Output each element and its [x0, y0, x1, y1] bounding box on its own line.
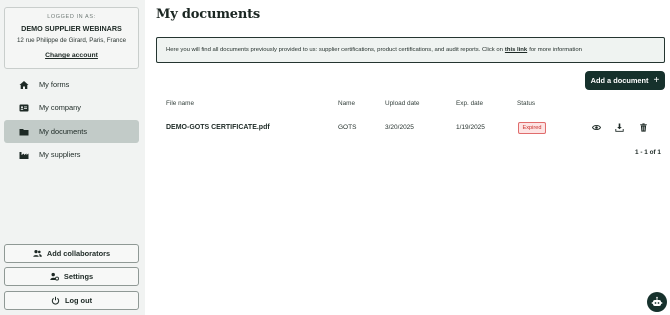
- account-card: LOGGED IN AS: DEMO SUPPLIER WEBINARS 12 …: [4, 7, 139, 69]
- add-collaborators-label: Add collaborators: [46, 249, 111, 258]
- add-collaborators-button[interactable]: Add collaborators: [4, 244, 139, 263]
- info-banner: Here you will find all documents previou…: [156, 37, 665, 63]
- column-header-file-name[interactable]: File name: [166, 100, 194, 107]
- cell-exp-date: 1/19/2025: [456, 124, 485, 131]
- factory-icon: [19, 150, 29, 160]
- company-name: DEMO SUPPLIER WEBINARS: [21, 24, 122, 33]
- column-header-exp-date[interactable]: Exp. date: [456, 100, 483, 107]
- page-title: My documents: [156, 7, 260, 22]
- logout-button[interactable]: Log out: [4, 291, 139, 310]
- add-document-button[interactable]: Add a document +: [585, 71, 665, 90]
- column-header-status[interactable]: Status: [517, 100, 535, 107]
- logged-in-label: LOGGED IN AS:: [47, 14, 96, 20]
- main-content: My documents Here you will find all docu…: [145, 0, 670, 315]
- sidebar-item-my-documents[interactable]: My documents: [4, 120, 139, 143]
- sidebar-item-label: My suppliers: [39, 150, 81, 159]
- info-text: Here you will find all documents previou…: [166, 47, 503, 53]
- power-icon: [51, 296, 60, 305]
- trash-icon[interactable]: [639, 123, 648, 132]
- company-address: 12 rue Philippe de Girard, Paris, France: [16, 37, 127, 44]
- logout-label: Log out: [64, 296, 93, 305]
- add-document-label: Add a document: [590, 76, 649, 85]
- sidebar-item-label: My forms: [39, 80, 70, 89]
- plus-icon: +: [653, 74, 660, 86]
- eye-icon[interactable]: [592, 123, 601, 132]
- info-link[interactable]: this link: [505, 47, 527, 53]
- sidebar-item-label: My company: [39, 103, 81, 112]
- info-text-end: for more information: [529, 47, 582, 53]
- download-icon[interactable]: [615, 123, 624, 132]
- sidebar-item-label: My documents: [39, 127, 88, 136]
- settings-button[interactable]: Settings: [4, 267, 139, 286]
- column-header-upload-date[interactable]: Upload date: [385, 100, 419, 107]
- pagination: 1 - 1 of 1: [635, 149, 661, 156]
- cell-upload-date: 3/20/2025: [385, 124, 414, 131]
- cell-file-name: DEMO-GOTS CERTIFICATE.pdf: [166, 124, 270, 131]
- folder-icon: [19, 127, 29, 137]
- settings-label: Settings: [63, 272, 94, 281]
- users-icon: [33, 249, 42, 258]
- id-card-icon: [19, 103, 29, 113]
- sidebar: LOGGED IN AS: DEMO SUPPLIER WEBINARS 12 …: [0, 0, 145, 315]
- cell-name: GOTS: [338, 124, 357, 131]
- sidebar-item-my-suppliers[interactable]: My suppliers: [4, 143, 139, 166]
- column-header-name[interactable]: Name: [338, 100, 355, 107]
- change-account-link[interactable]: Change account: [45, 52, 98, 59]
- user-settings-icon: [50, 272, 59, 281]
- status-badge: Expired: [518, 122, 546, 134]
- sidebar-item-my-forms[interactable]: My forms: [4, 73, 139, 96]
- home-icon: [19, 80, 29, 90]
- sidebar-item-my-company[interactable]: My company: [4, 96, 139, 119]
- chatbot-button[interactable]: [647, 292, 667, 312]
- robot-icon: [651, 296, 663, 308]
